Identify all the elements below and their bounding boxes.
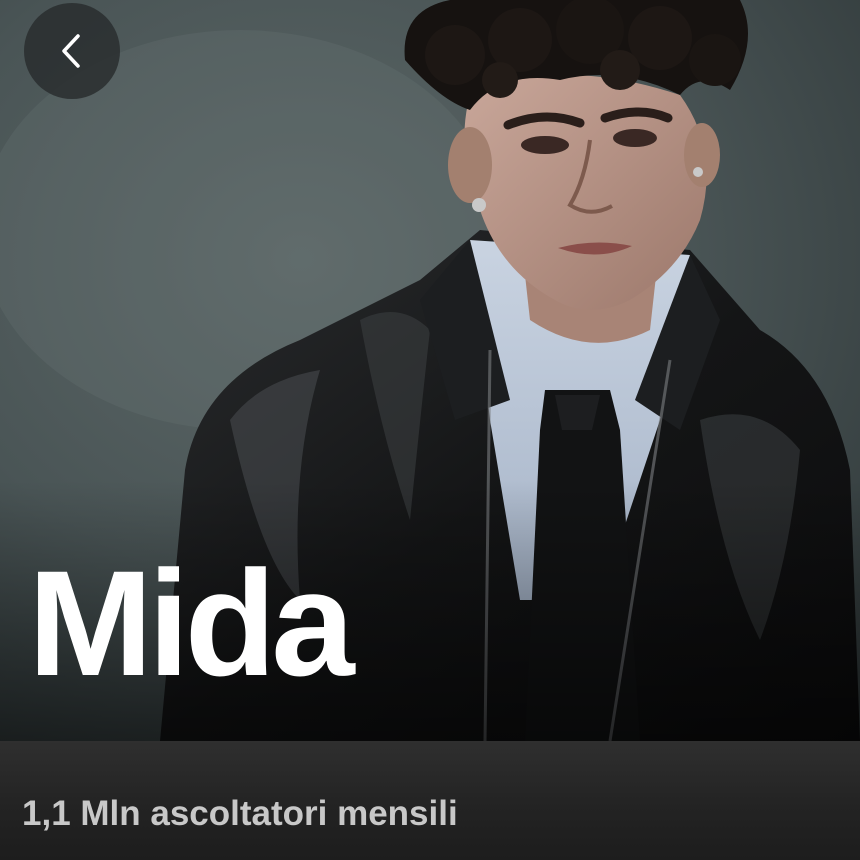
monthly-listeners: 1,1 Mln ascoltatori mensili <box>22 794 458 833</box>
artist-page: Mida 1,1 Mln ascoltatori mensili <box>0 0 860 860</box>
chevron-left-icon <box>62 34 80 68</box>
artist-name: Mida <box>28 539 355 707</box>
artist-info-panel: 1,1 Mln ascoltatori mensili <box>0 741 860 860</box>
back-button[interactable] <box>24 3 120 99</box>
